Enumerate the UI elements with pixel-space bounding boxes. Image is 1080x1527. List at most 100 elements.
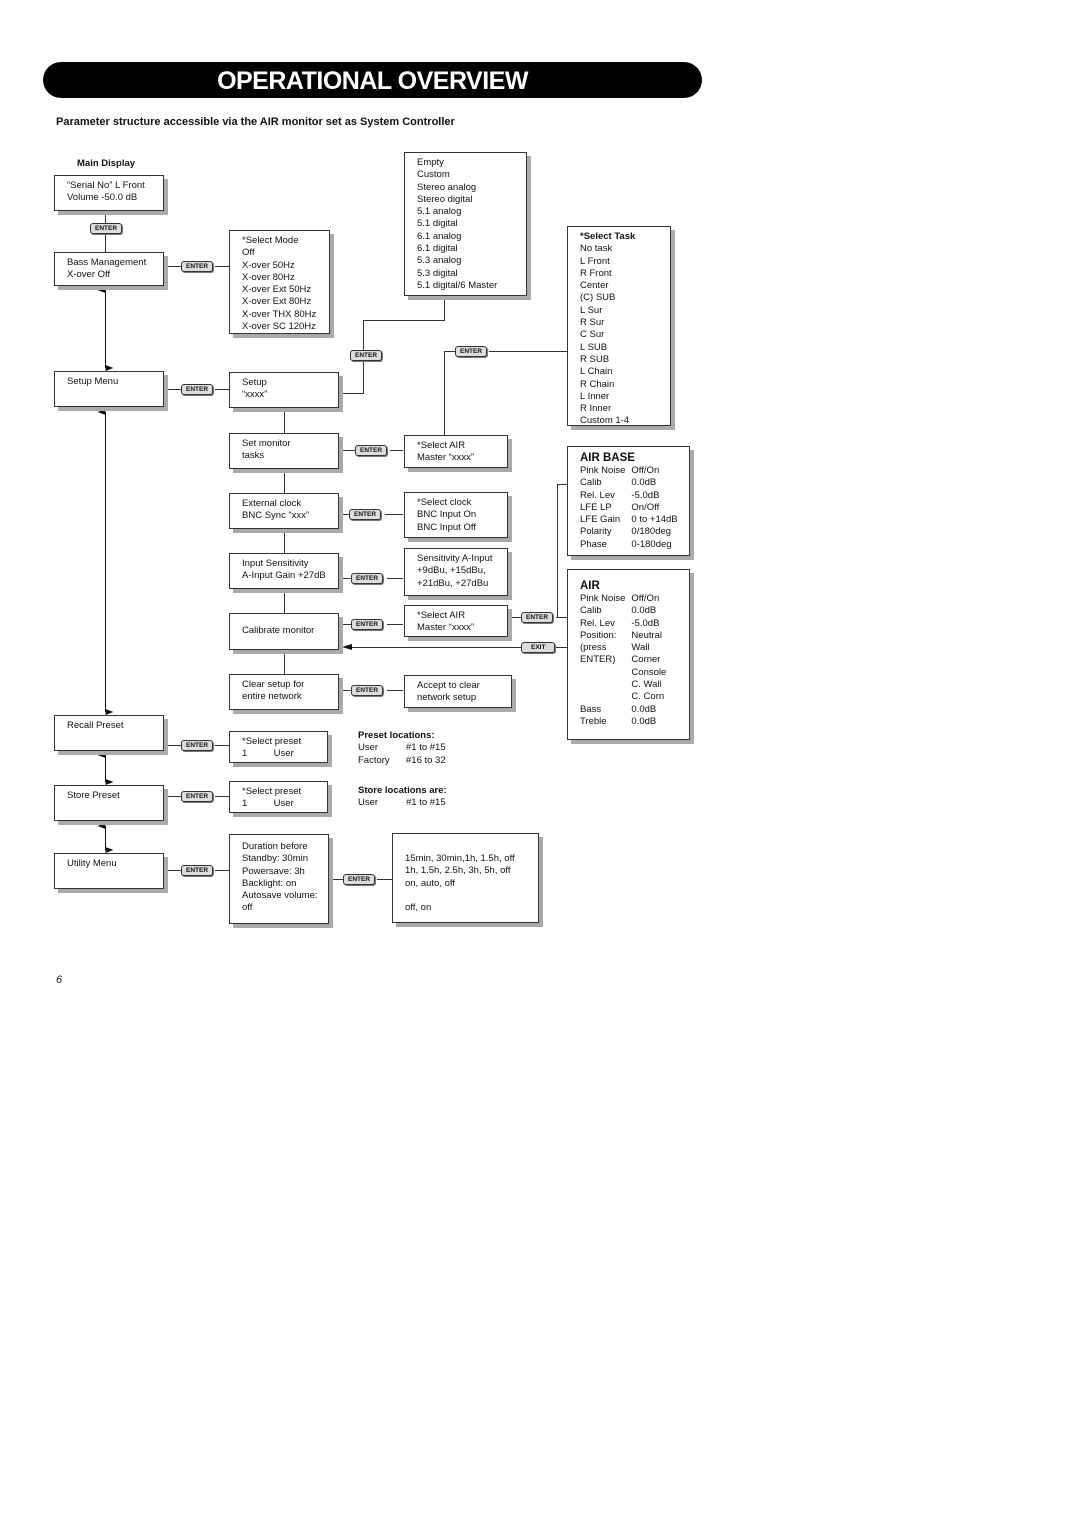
setup-option[interactable]: Custom	[417, 169, 514, 181]
param-row[interactable]: (press Wall	[580, 642, 666, 654]
setup-box[interactable]: Setup “xxxx”	[229, 372, 339, 408]
mode-option: *Select Mode	[242, 235, 299, 246]
param-row[interactable]: Bass 0.0dB	[580, 704, 666, 716]
setup-option[interactable]: Empty	[417, 157, 514, 169]
enter-key[interactable]: ENTER	[455, 346, 488, 357]
enter-key[interactable]: ENTER	[351, 685, 384, 696]
param-row[interactable]: Rel. Lev -5.0dB	[580, 618, 666, 630]
task-option[interactable]: Center	[580, 280, 658, 292]
task-option[interactable]: (C) SUB	[580, 292, 658, 304]
clock-option[interactable]: BNC Input On	[417, 509, 495, 521]
param-row[interactable]: Pink Noise Off/On	[580, 465, 678, 477]
setup-option[interactable]: 6.1 analog	[417, 231, 514, 243]
clock-option[interactable]: BNC Input Off	[417, 522, 495, 534]
setup-option[interactable]: 5.1 digital	[417, 218, 514, 230]
setup-option[interactable]: 5.1 digital/6 Master	[417, 280, 514, 292]
param-row[interactable]: Pink Noise Off/On	[580, 593, 666, 605]
enter-key[interactable]: ENTER	[181, 740, 214, 751]
enter-key[interactable]: ENTER	[350, 350, 383, 361]
mode-option[interactable]: X-over SC 120Hz	[242, 321, 317, 333]
set-monitor-tasks-box[interactable]: Set monitor tasks	[229, 433, 339, 469]
task-option[interactable]: L Inner	[580, 391, 658, 403]
param-row[interactable]: Phase 0-180deg	[580, 539, 678, 551]
param-row[interactable]: Console	[580, 667, 666, 679]
enter-key[interactable]: ENTER	[181, 261, 214, 272]
task-option[interactable]: R Chain	[580, 379, 658, 391]
param-row[interactable]: ENTER) Corner	[580, 654, 666, 666]
setup-option[interactable]: 5.3 analog	[417, 255, 514, 267]
enter-key[interactable]: ENTER	[351, 619, 384, 630]
mode-option[interactable]: X-over 50Hz	[242, 260, 317, 272]
utility-menu-box[interactable]: Utility Menu	[54, 853, 164, 889]
enter-key[interactable]: ENTER	[343, 874, 376, 885]
enter-key[interactable]: ENTER	[351, 573, 384, 584]
task-option[interactable]: L Sur	[580, 305, 658, 317]
param-row[interactable]: Treble 0.0dB	[580, 716, 666, 728]
sensitivity-option[interactable]: +21dBu, +27dBu	[417, 578, 495, 590]
input-sensitivity-box[interactable]: Input Sensitivity A-Input Gain +27dB	[229, 553, 339, 589]
setup-option[interactable]: 5.3 digital	[417, 268, 514, 280]
select-preset-store-box[interactable]: *Select preset 1 User	[229, 781, 328, 813]
accept-clear-box[interactable]: Accept to clear network setup	[404, 675, 512, 708]
task-option[interactable]: Custom 1-4	[580, 415, 658, 427]
param-row[interactable]: Position: Neutral	[580, 630, 666, 642]
task-option[interactable]: L SUB	[580, 342, 658, 354]
task-option[interactable]: R Inner	[580, 403, 658, 415]
clear-setup-box[interactable]: Clear setup for entire network	[229, 674, 339, 710]
enter-key[interactable]: ENTER	[181, 791, 214, 802]
mode-option[interactable]: X-over THX 80Hz	[242, 309, 317, 321]
mode-option[interactable]: X-over Ext 50Hz	[242, 284, 317, 296]
param-row[interactable]: Rel. Lev -5.0dB	[580, 490, 678, 502]
utility-option[interactable]: off, on	[405, 902, 526, 914]
task-option[interactable]: No task	[580, 243, 658, 255]
store-locations-title: Store locations are:	[358, 785, 447, 796]
bass-management-box[interactable]: Bass Management X-over Off	[54, 252, 164, 286]
enter-key[interactable]: ENTER	[355, 445, 388, 456]
task-option[interactable]: R Front	[580, 268, 658, 280]
select-air-master-calib-box[interactable]: *Select AIR Master “xxxx”	[404, 605, 508, 637]
setup-option[interactable]: Stereo digital	[417, 194, 514, 206]
task-option[interactable]: R SUB	[580, 354, 658, 366]
param-row[interactable]: C. Corn	[580, 691, 666, 703]
external-clock-box[interactable]: External clock BNC Sync “xxx”	[229, 493, 339, 529]
select-air-master-box[interactable]: *Select AIR Master “xxxx”	[404, 435, 508, 468]
utility-settings-box[interactable]: Duration before Standby: 30min Powersave…	[229, 834, 329, 924]
task-option[interactable]: L Front	[580, 256, 658, 268]
setup-option[interactable]: 6.1 digital	[417, 243, 514, 255]
exit-key[interactable]: EXIT	[521, 642, 556, 653]
mode-option[interactable]: Off	[242, 247, 317, 259]
enter-key[interactable]: ENTER	[349, 509, 382, 520]
enter-key[interactable]: ENTER	[90, 223, 123, 234]
enter-key[interactable]: ENTER	[181, 865, 214, 876]
recall-preset-label: Recall Preset	[67, 720, 124, 731]
air-base-params: Pink Noise Off/On Calib 0.0dB Rel. Lev -5.0…	[580, 465, 678, 551]
mode-option[interactable]: X-over 80Hz	[242, 272, 317, 284]
sensitivity-option[interactable]: +9dBu, +15dBu,	[417, 565, 495, 577]
enter-key[interactable]: ENTER	[521, 612, 554, 623]
task-option[interactable]: R Sur	[580, 317, 658, 329]
task-option[interactable]: C Sur	[580, 329, 658, 341]
calibrate-monitor-box[interactable]: Calibrate monitor	[229, 613, 339, 650]
mode-option[interactable]: X-over Ext 80Hz	[242, 296, 317, 308]
enter-key[interactable]: ENTER	[181, 384, 214, 395]
task-option[interactable]: L Chain	[580, 366, 658, 378]
utility-option[interactable]: 1h, 1.5h, 2.5h, 3h, 5h, off	[405, 865, 526, 877]
serial-no-text: “Serial No” L Front	[67, 180, 145, 191]
param-row[interactable]: Calib 0.0dB	[580, 605, 666, 617]
main-display-box: “Serial No” L Front Volume -50.0 dB	[54, 175, 164, 211]
setup-option[interactable]: Stereo analog	[417, 182, 514, 194]
select-preset-recall-box[interactable]: *Select preset 1 User	[229, 731, 328, 763]
param-row[interactable]: LFE LP On/Off	[580, 502, 678, 514]
utility-option[interactable]: on, auto, off	[405, 878, 526, 890]
param-row[interactable]: LFE Gain 0 to +14dB	[580, 514, 678, 526]
param-row[interactable]: Calib 0.0dB	[580, 477, 678, 489]
store-preset-box[interactable]: Store Preset	[54, 785, 164, 821]
param-row[interactable]: C. Wall	[580, 679, 666, 691]
setup-menu-box[interactable]: Setup Menu	[54, 371, 164, 407]
utility-option[interactable]: 15min, 30min,1h, 1.5h, off	[405, 853, 526, 865]
location-row: User #1 to #15	[358, 742, 446, 754]
clear-setup-label: Clear setup for	[242, 679, 305, 690]
param-row[interactable]: Polarity 0/180deg	[580, 526, 678, 538]
setup-option[interactable]: 5.1 analog	[417, 206, 514, 218]
recall-preset-box[interactable]: Recall Preset	[54, 715, 164, 751]
